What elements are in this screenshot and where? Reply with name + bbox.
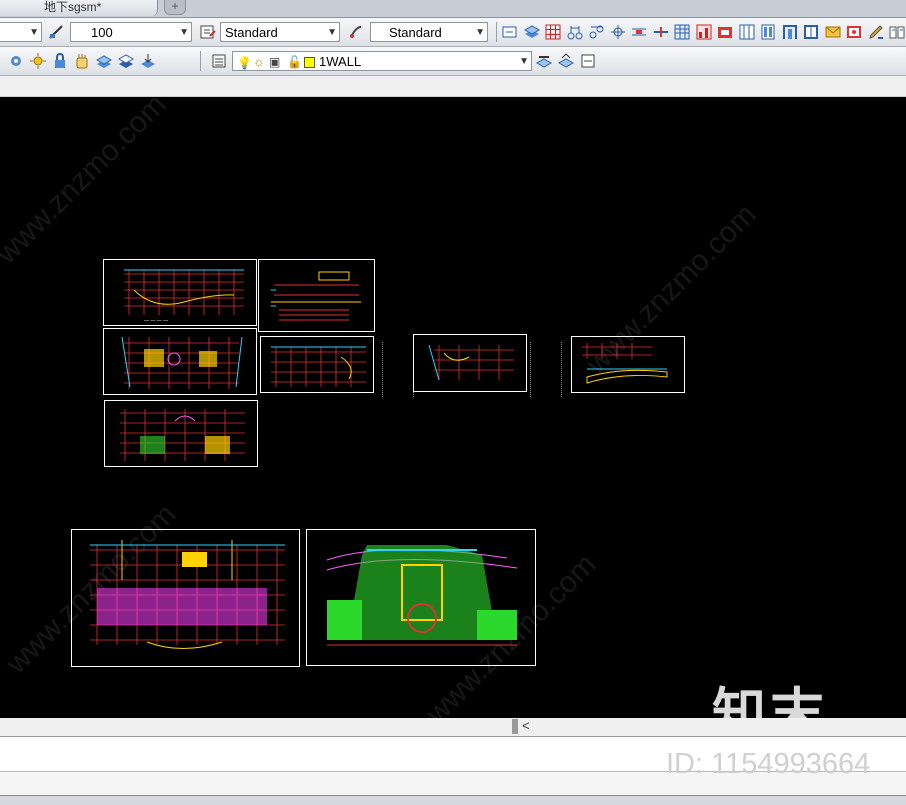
column-box-icon[interactable] [803, 24, 819, 40]
ribbon-gap [0, 76, 906, 97]
stack-alt-icon[interactable] [118, 53, 134, 69]
layer-iso-icon[interactable] [580, 53, 596, 69]
layer-name: 1WALL [319, 54, 362, 69]
mail-icon[interactable] [825, 24, 841, 40]
layer-match-icon[interactable] [536, 53, 552, 69]
toolbar2-left-icons [8, 53, 156, 69]
viewport-icon: ▣ [269, 55, 281, 69]
separator [200, 51, 201, 71]
table-style-icon[interactable] [739, 24, 755, 40]
toolbar1-icon-group [502, 24, 905, 40]
layer-prev-icon[interactable] [558, 53, 574, 69]
dim-continue-icon[interactable] [653, 24, 669, 40]
layers-toolbar: 💡 ☼ ▣ 🔓 1WALL ▼ [0, 47, 906, 76]
lock-icon[interactable] [52, 53, 68, 69]
tab-file[interactable]: 地下sgsm* [0, 0, 158, 16]
grid-icon[interactable] [545, 24, 561, 40]
scale-icon[interactable] [48, 24, 64, 40]
drawing-sheet-3[interactable] [103, 328, 257, 395]
scale-dropdown[interactable]: 100 ▼ [70, 22, 192, 42]
scale-value: 100 [91, 25, 113, 40]
scroll-left-arrow[interactable]: < [522, 718, 530, 733]
drawing-sheet-7[interactable] [104, 400, 258, 467]
layer-dropdown[interactable]: 💡 ☼ ▣ 🔓 1WALL ▼ [232, 51, 532, 71]
dotted-guides-2 [530, 342, 562, 397]
column-icon[interactable] [760, 24, 776, 40]
chart-icon[interactable] [696, 24, 712, 40]
gear-icon[interactable] [8, 53, 24, 69]
dim-style-value: Standard [389, 25, 442, 40]
drawing-sheet-6[interactable] [571, 336, 685, 393]
layer-props-icon[interactable] [502, 24, 518, 40]
svg-text:— — — —: — — — — [144, 318, 168, 324]
hand-icon[interactable] [74, 53, 90, 69]
table-icon[interactable] [674, 24, 690, 40]
text-style-icon[interactable] [200, 24, 216, 40]
drawing-sheet-2[interactable] [258, 259, 375, 332]
unlock-icon: 🔓 [287, 55, 302, 69]
drawing-sheet-5[interactable] [413, 334, 527, 392]
horizontal-scrollbar[interactable]: < [0, 718, 906, 736]
dotted-guides-1 [382, 342, 414, 397]
id-watermark: ID: 1154993664 [666, 748, 871, 780]
book-icon[interactable] [889, 24, 905, 40]
dim-style-icon[interactable] [348, 24, 364, 40]
separator [496, 22, 497, 42]
dim-center-icon[interactable] [610, 24, 626, 40]
stack-arrow-icon[interactable] [140, 53, 156, 69]
text-style-dropdown[interactable]: Standard ▼ [220, 22, 340, 42]
dim-break-icon[interactable] [631, 24, 647, 40]
styles-toolbar: ▼ 100 ▼ Standard ▼ Standard ▼ [0, 18, 906, 47]
bulb-icon: 💡 [237, 56, 252, 70]
document-tab-strip: 地下sgsm* + [0, 0, 906, 18]
layer-states-icon[interactable] [523, 24, 540, 40]
toolbar2-right-icons [536, 53, 596, 69]
pen-icon[interactable] [868, 24, 884, 40]
scroll-thumb[interactable] [512, 719, 518, 734]
text-style-value: Standard [225, 25, 278, 40]
dim-linear-icon[interactable] [567, 24, 583, 40]
prev-dropdown[interactable]: ▼ [0, 22, 42, 42]
watermark-text: www.znzmo.com [0, 87, 173, 271]
drawing-canvas[interactable]: www.znzmo.com www.znzmo.com www.znzmo.co… [0, 88, 906, 744]
sun-small-icon: ☼ [253, 54, 265, 69]
add-tab-button[interactable]: + [164, 0, 186, 15]
drawing-sheet-9[interactable] [306, 529, 536, 666]
image-icon[interactable] [846, 24, 862, 40]
drawing-sheet-8[interactable] [71, 529, 300, 667]
stack-icon[interactable] [96, 53, 112, 69]
layer-manager-icon[interactable] [212, 53, 228, 69]
dim-aligned-icon[interactable] [588, 24, 604, 40]
dim-style-dropdown[interactable]: Standard ▼ [370, 22, 488, 42]
sun-icon[interactable] [30, 53, 46, 69]
column-alt-icon[interactable] [782, 24, 798, 40]
block-icon[interactable] [717, 24, 733, 40]
layer-color-swatch [304, 57, 315, 68]
drawing-sheet-1[interactable]: — — — — [103, 259, 257, 326]
drawing-sheet-4[interactable] [260, 336, 374, 393]
